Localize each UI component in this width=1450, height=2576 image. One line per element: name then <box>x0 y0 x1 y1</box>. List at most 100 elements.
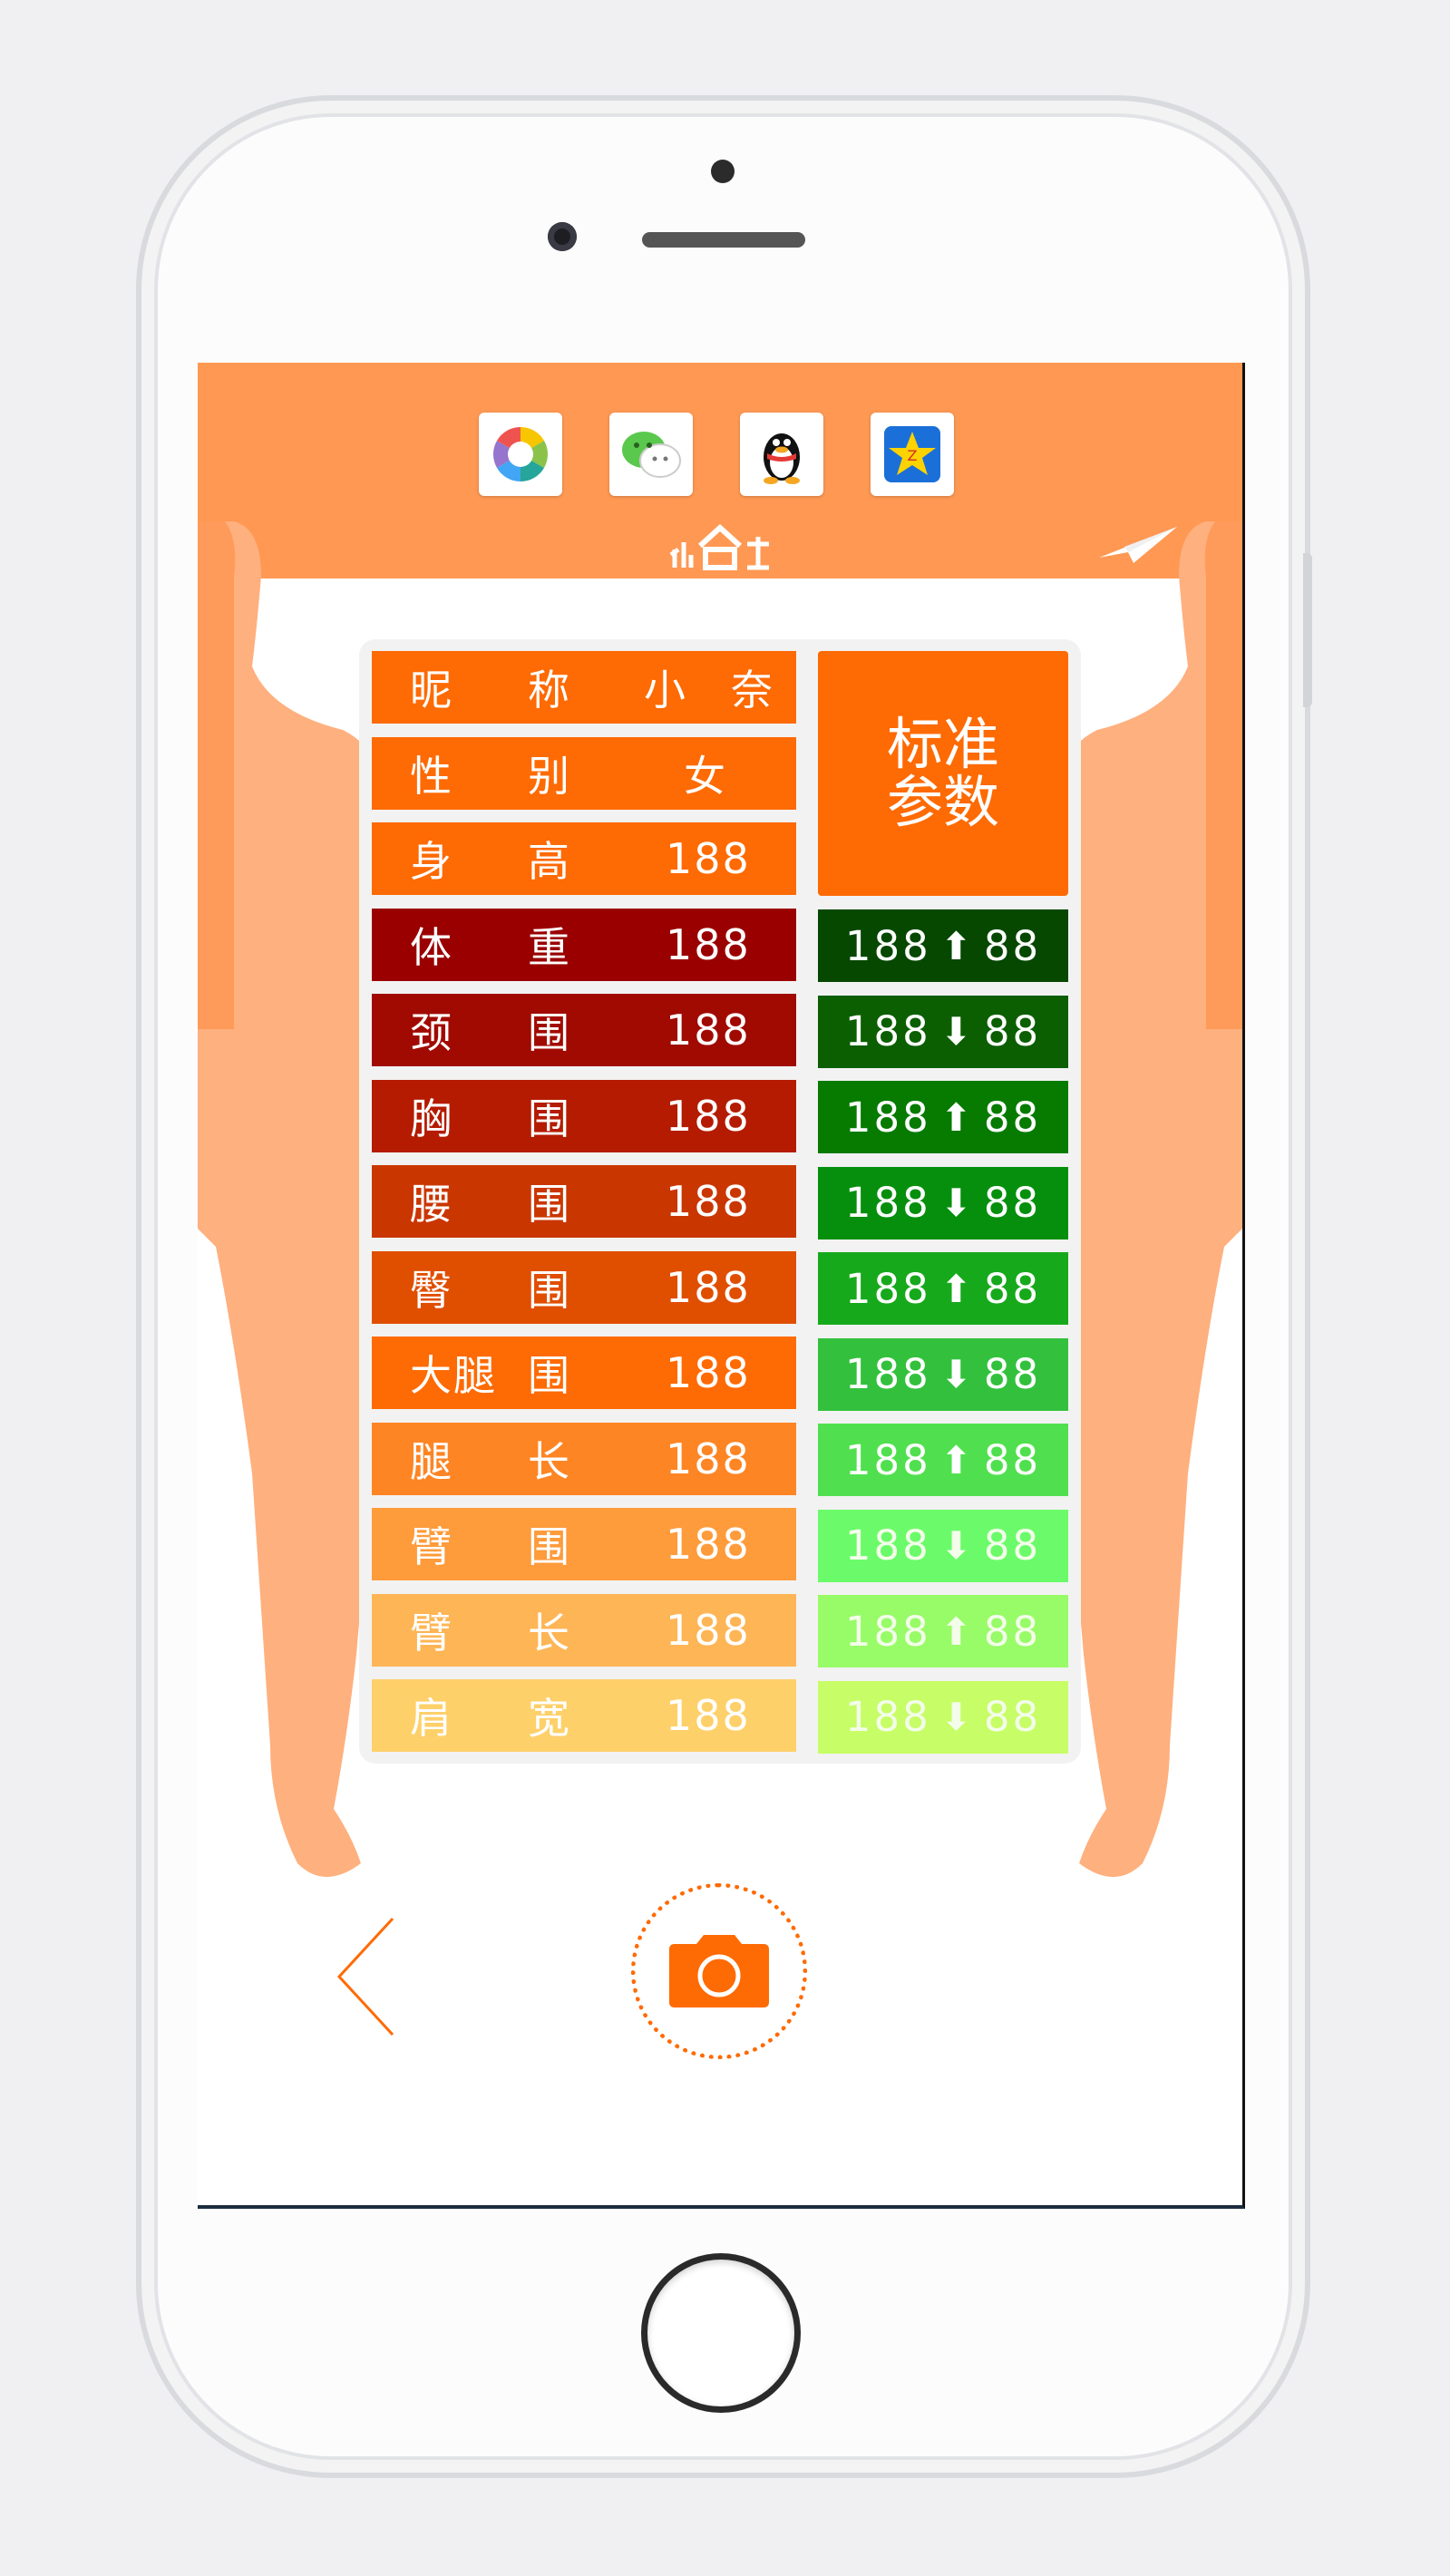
row-label: 围 <box>528 1180 571 1229</box>
row-arm-length: 臂 长 188 <box>372 1593 796 1667</box>
row-value: 188 <box>666 1434 751 1483</box>
camera-button[interactable] <box>631 1883 807 2059</box>
row-hip: 臀 围 188 <box>372 1250 796 1324</box>
row-value: 女 <box>684 751 727 801</box>
standard-value: 188 <box>844 921 931 970</box>
row-label: 围 <box>528 1265 571 1315</box>
app-screen: Z 昵 称 小 奈 性 别 女 身 高 188 体 重 188 颈 围 188 … <box>198 363 1245 2209</box>
row-neck: 颈 围 188 <box>372 994 796 1066</box>
row-label: 腰 <box>410 1180 453 1229</box>
row-value: 188 <box>666 1006 751 1055</box>
standard-row: 188 ⬆ 88 <box>818 909 1068 982</box>
row-label: 身 <box>410 837 453 886</box>
standard-row: 188 ⬆ 88 <box>818 1424 1068 1496</box>
standard-value: 188 <box>844 1607 931 1656</box>
row-value: 小 奈 <box>644 666 774 714</box>
standard-delta: 88 <box>983 1607 1042 1656</box>
row-gender: 性 别 女 <box>372 736 796 810</box>
qzone-star-icon[interactable]: Z <box>871 413 954 496</box>
standard-value: 188 <box>844 1521 931 1570</box>
standard-delta: 88 <box>983 1521 1042 1570</box>
arrow-up-icon: ⬆ <box>939 1609 975 1654</box>
standard-row: 188 ⬇ 88 <box>818 1680 1068 1754</box>
standard-value: 188 <box>844 1179 931 1227</box>
standard-delta: 88 <box>983 921 1042 970</box>
standard-row: 188 ⬇ 88 <box>818 1509 1068 1582</box>
arrow-up-icon: ⬆ <box>939 1266 975 1311</box>
row-label: 颈 <box>410 1008 453 1057</box>
row-nickname: 昵 称 小 奈 <box>372 651 796 724</box>
standard-delta: 88 <box>983 1179 1042 1227</box>
row-label: 长 <box>528 1436 571 1486</box>
standard-params-header: 标准 参数 <box>818 651 1068 896</box>
qq-penguin-icon[interactable] <box>740 413 823 496</box>
standard-title-line: 标准 <box>886 711 999 777</box>
standard-value: 188 <box>844 1093 931 1142</box>
row-waist: 腰 围 188 <box>372 1165 796 1238</box>
row-chest: 胸 围 188 <box>372 1079 796 1152</box>
row-label: 性 <box>410 751 453 801</box>
standard-delta: 88 <box>983 1693 1042 1741</box>
row-value: 188 <box>666 1262 751 1312</box>
row-label: 高 <box>528 837 571 886</box>
share-bar: Z <box>479 413 954 496</box>
row-label: 肩 <box>410 1694 453 1743</box>
standard-value: 188 <box>844 1007 931 1055</box>
svg-text:Z: Z <box>908 447 918 464</box>
camera-aperture-icon[interactable] <box>479 413 562 496</box>
row-label: 围 <box>528 1351 571 1400</box>
row-label: 围 <box>528 1522 571 1571</box>
row-leg-length: 腿 长 188 <box>372 1422 796 1495</box>
standard-delta: 88 <box>983 1350 1042 1398</box>
standard-row: 188 ⬇ 88 <box>818 1337 1068 1411</box>
chevron-left-icon[interactable] <box>334 1913 397 2040</box>
row-label: 重 <box>528 922 571 972</box>
row-label: 大腿 <box>410 1351 497 1400</box>
standard-delta: 88 <box>983 1435 1042 1484</box>
standard-value: 188 <box>844 1350 931 1398</box>
row-value: 188 <box>666 1605 751 1655</box>
row-label: 臂 <box>410 1608 453 1657</box>
standard-row: 188 ⬇ 88 <box>818 995 1068 1068</box>
row-label: 长 <box>528 1608 571 1657</box>
row-weight: 体 重 188 <box>372 908 796 981</box>
wechat-icon[interactable] <box>609 413 693 496</box>
standard-row: 188 ⬆ 88 <box>818 1252 1068 1325</box>
standard-delta: 88 <box>983 1007 1042 1055</box>
front-camera <box>548 222 577 251</box>
arrow-down-icon: ⬇ <box>939 1352 975 1396</box>
standard-row: 188 ⬇ 88 <box>818 1166 1068 1239</box>
standard-value: 188 <box>844 1264 931 1313</box>
row-height: 身 高 188 <box>372 822 796 895</box>
row-shoulder: 肩 宽 188 <box>372 1679 796 1752</box>
row-label: 围 <box>528 1094 571 1143</box>
standard-delta: 88 <box>983 1264 1042 1313</box>
standard-delta: 88 <box>983 1093 1042 1142</box>
row-value: 188 <box>666 919 751 969</box>
earpiece-speaker <box>642 232 805 248</box>
arrow-down-icon: ⬇ <box>939 1695 975 1739</box>
row-label: 围 <box>528 1008 571 1057</box>
row-label: 称 <box>528 666 571 714</box>
volume-button <box>1303 553 1312 707</box>
row-value: 188 <box>666 1091 751 1141</box>
standard-value: 188 <box>844 1693 931 1741</box>
row-thigh: 大腿 围 188 <box>372 1337 796 1409</box>
row-value: 188 <box>666 834 751 883</box>
front-sensor <box>711 160 735 183</box>
standard-list: 188 ⬆ 88 188 ⬇ 88 188 ⬆ 88 188 ⬇ 88 188 ⬆ 88 188 ⬇ 8… <box>818 909 1068 1766</box>
measurement-list: 昵 称 小 奈 性 别 女 身 高 188 体 重 188 颈 围 188 胸 … <box>372 651 796 1765</box>
row-label: 臀 <box>410 1265 453 1315</box>
arrow-down-icon: ⬇ <box>939 1009 975 1054</box>
row-value: 188 <box>666 1520 751 1569</box>
row-label: 腿 <box>410 1436 453 1486</box>
home-button[interactable] <box>641 2253 801 2413</box>
standard-value: 188 <box>844 1435 931 1484</box>
row-label: 胸 <box>410 1094 453 1143</box>
logo-icon <box>669 523 769 570</box>
camera-icon <box>669 1935 769 2007</box>
standard-row: 188 ⬆ 88 <box>818 1081 1068 1153</box>
row-label: 昵 <box>410 666 453 714</box>
standard-row: 188 ⬆ 88 <box>818 1595 1068 1667</box>
arrow-up-icon: ⬆ <box>939 923 975 968</box>
